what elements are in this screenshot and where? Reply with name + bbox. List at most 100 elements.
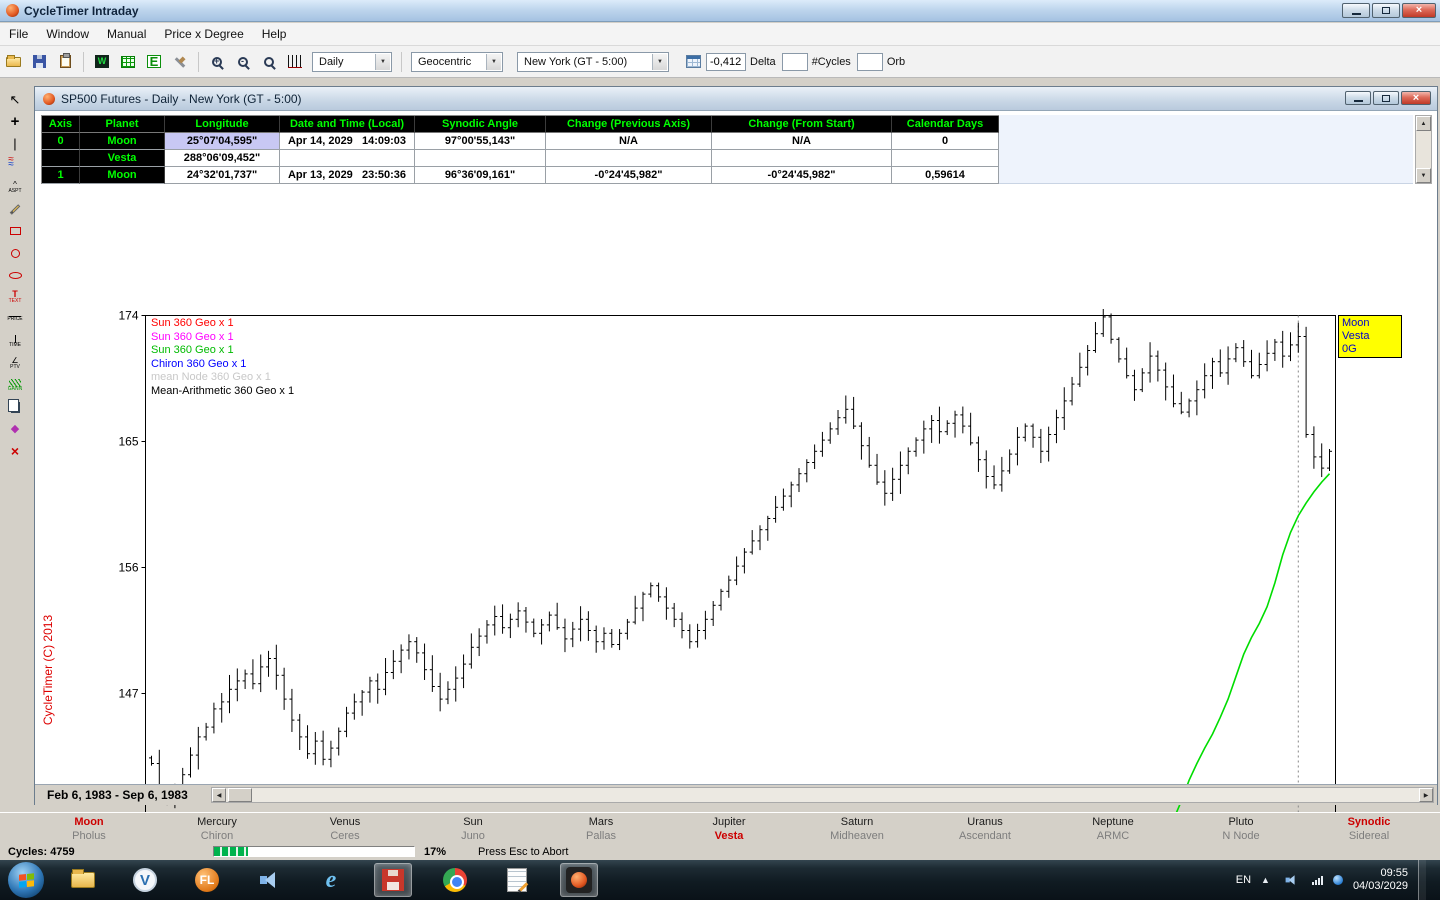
table-scrollbar[interactable]: ▲ ▼ [1415,115,1432,184]
zoom-in-button[interactable] [205,50,229,74]
child-restore-button[interactable] [1373,91,1399,105]
cell-axis[interactable] [42,150,80,167]
orb-input[interactable] [857,53,883,71]
quote-board-button[interactable]: W [90,50,114,74]
cycles-input[interactable] [782,53,808,71]
cell-days [892,150,999,167]
time-line-tool[interactable]: TIME [2,330,28,352]
gann-fan-tool[interactable]: GANN [2,374,28,396]
crosshair-tool[interactable]: + [2,110,28,132]
taskbar-save-session[interactable] [374,863,412,897]
start-button[interactable] [8,862,44,898]
tray-date: 04/03/2029 [1353,880,1408,893]
export-excel-button[interactable]: E [142,50,166,74]
child-close-button[interactable]: × [1401,91,1431,105]
chevron-down-icon: ▼ [652,54,667,70]
tray-volume-icon[interactable] [1284,874,1297,886]
taskbar: V FL e EN ▲ 09:55 04/03/2029 [0,860,1440,900]
restore-button[interactable] [1372,3,1400,18]
menu-manual[interactable]: Manual [98,24,155,44]
delete-tool[interactable]: × [2,440,28,462]
cycle-waves-tool[interactable]: ≈≈ [2,154,28,176]
cell-planet[interactable]: Vesta [80,150,165,167]
vertical-line-tool[interactable]: | [2,132,28,154]
cell-planet[interactable]: Moon [80,133,165,150]
tools-button[interactable] [168,50,192,74]
tray-expand-icon[interactable]: ▲ [1261,875,1270,885]
save-button[interactable] [27,50,51,74]
cell-longitude[interactable]: 25°07'04,595" [165,133,280,150]
rectangle-tool[interactable] [2,220,28,242]
price-chart[interactable]: 174165156147138MarAprMayJunJulAugSep [111,309,1341,843]
cell-axis[interactable]: 1 [42,167,80,184]
planet-col-neptune[interactable]: NeptuneARMC [1049,813,1177,844]
data-grid-icon [121,56,135,68]
ellipse-tool[interactable] [2,264,28,286]
calendar-button[interactable] [681,50,705,74]
circle-tool[interactable] [2,242,28,264]
planet-col-uranus[interactable]: UranusAscendant [921,813,1049,844]
child-minimize-button[interactable] [1345,91,1371,105]
paste-button[interactable] [53,50,77,74]
planet-col-saturn[interactable]: SaturnMidheaven [793,813,921,844]
delta-input[interactable] [706,53,746,71]
taskbar-media-player[interactable]: V [126,863,164,897]
taskbar-audio-studio[interactable]: FL [188,863,226,897]
taskbar-cycletimer[interactable] [560,863,598,897]
tray-network-icon[interactable] [1312,876,1323,885]
pointer-tool[interactable]: ↖ [2,88,28,110]
menu-file[interactable]: File [0,24,37,44]
ptv-tool[interactable]: ∠PTV [2,352,28,374]
scroll-down-button[interactable]: ▼ [1416,168,1431,183]
open-button[interactable] [1,50,25,74]
diamond-tool[interactable]: ◆ [2,418,28,440]
tray-bluetooth-icon[interactable] [1333,875,1343,885]
tray-clock[interactable]: 09:55 04/03/2029 [1353,867,1408,893]
copy-tool[interactable] [2,396,28,418]
planet-col-jupiter[interactable]: JupiterVesta [665,813,793,844]
scroll-left-button[interactable]: ◀ [212,788,226,802]
pencil-tool[interactable] [2,198,28,220]
taskbar-chrome[interactable] [436,863,474,897]
cell-datetime: Apr 14, 2029 14:09:03 [280,133,415,150]
cell-planet[interactable]: Moon [80,167,165,184]
coord-system-dropdown[interactable]: Geocentric ▼ [411,52,503,72]
timeframe-dropdown[interactable]: Daily ▼ [312,52,392,72]
aspect-tool[interactable]: ^ASPT [2,176,28,198]
cell-axis[interactable]: 0 [42,133,80,150]
planet-col-mercury[interactable]: MercuryChiron [153,813,281,844]
language-indicator[interactable]: EN [1236,874,1251,886]
scroll-right-button[interactable]: ▶ [1419,788,1433,802]
price-bars-button[interactable] [283,50,307,74]
taskbar-explorer[interactable] [64,863,102,897]
menu-window[interactable]: Window [37,24,98,44]
chart-canvas[interactable]: 174165156147138MarAprMayJunJulAugSep Sun… [35,183,1437,784]
cell-longitude[interactable]: 24°32'01,737" [165,167,280,184]
zoom-out-button[interactable] [231,50,255,74]
menu-price-x-degree[interactable]: Price x Degree [155,24,252,44]
scrollbar-thumb[interactable] [228,788,252,802]
chart-horizontal-scrollbar[interactable]: ◀ ▶ [211,787,1434,803]
taskbar-volume-mixer[interactable] [250,863,288,897]
planet-col-moon[interactable]: MoonPholus [25,813,153,844]
menu-help[interactable]: Help [253,24,296,44]
planet-col-mars[interactable]: MarsPallas [537,813,665,844]
scroll-up-button[interactable]: ▲ [1416,116,1431,131]
data-grid-button[interactable] [116,50,140,74]
close-button[interactable]: × [1402,3,1436,18]
location-dropdown[interactable]: New York (GT - 5:00) ▼ [517,52,669,72]
planet-col-venus[interactable]: VenusCeres [281,813,409,844]
taskbar-internet-explorer[interactable]: e [312,863,350,897]
zoom-area-button[interactable] [257,50,281,74]
planet-col-sun[interactable]: SunJuno [409,813,537,844]
minimize-button[interactable] [1342,3,1370,18]
planet-col-pluto[interactable]: PlutoN Node [1177,813,1305,844]
overlay-line: Vesta [1342,330,1398,343]
price-level-tool[interactable]: PRICE [2,308,28,330]
show-desktop-button[interactable] [1418,860,1426,900]
zoom-area-icon [264,57,274,67]
text-tool[interactable]: TTEXT [2,286,28,308]
cell-longitude[interactable]: 288°06'09,452" [165,150,280,167]
planet-col-synodic[interactable]: SynodicSidereal [1305,813,1433,844]
taskbar-score-editor[interactable] [498,863,536,897]
